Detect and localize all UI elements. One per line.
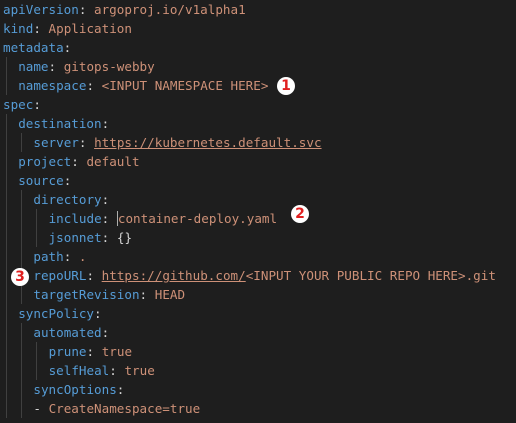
code-line[interactable]: server: https://kubernetes.default.svc [0, 133, 516, 152]
colon: : [101, 325, 110, 340]
annotation-badge-3: 3 [11, 268, 29, 286]
code-line[interactable]: include: container-deploy.yaml [0, 209, 516, 228]
colon: : [109, 363, 117, 378]
yaml-key: jsonnet [48, 230, 102, 245]
annotation-badge-1: 1 [277, 77, 295, 95]
colon: : [63, 249, 72, 264]
code-line[interactable]: apiVersion: argoproj.io/v1alpha1 [0, 0, 516, 19]
colon: : [139, 287, 148, 302]
yaml-value: argoproj.io/v1alpha1 [94, 2, 246, 17]
yaml-code[interactable]: apiVersion: argoproj.io/v1alpha1 kind: Ap… [0, 0, 516, 418]
colon: : [101, 192, 110, 207]
yaml-key: syncPolicy [18, 306, 95, 321]
colon: : [78, 2, 87, 17]
code-line[interactable]: syncPolicy: [0, 304, 516, 323]
code-line[interactable]: spec: [0, 95, 516, 114]
yaml-key: project [18, 154, 72, 169]
colon: : [86, 268, 95, 283]
colon: : [33, 21, 41, 36]
yaml-key: spec [3, 97, 34, 112]
yaml-key: include [48, 211, 102, 226]
code-line[interactable]: kind: Application [0, 19, 516, 38]
code-line[interactable]: project: default [0, 152, 516, 171]
yaml-key: syncOptions [33, 382, 117, 397]
code-line[interactable]: metadata: [0, 38, 516, 57]
code-line[interactable]: jsonnet: {} [0, 228, 516, 247]
yaml-value: default [86, 154, 140, 169]
colon: : [33, 97, 41, 112]
code-line[interactable]: namespace: <INPUT NAMESPACE HERE> [0, 76, 516, 95]
yaml-key: prune [48, 344, 87, 359]
code-editor[interactable]: apiVersion: argoproj.io/v1alpha1 kind: Ap… [0, 0, 516, 423]
yaml-key: targetRevision [33, 287, 140, 302]
yaml-key: kind [3, 21, 34, 36]
code-line[interactable]: directory: [0, 190, 516, 209]
yaml-key: namespace [18, 78, 87, 93]
colon: : [48, 59, 57, 74]
yaml-url-value[interactable]: https://kubernetes.default.svc [94, 135, 321, 150]
yaml-key: repoURL [33, 268, 87, 283]
code-line[interactable]: automated: [0, 323, 516, 342]
colon: : [101, 230, 110, 245]
yaml-value: true [101, 344, 133, 359]
yaml-key: path [33, 249, 64, 264]
code-line[interactable]: name: gitops-webby [0, 57, 516, 76]
code-line[interactable]: targetRevision: HEAD [0, 285, 516, 304]
yaml-value: {} [116, 230, 133, 245]
yaml-key: source [18, 173, 64, 188]
yaml-url-value[interactable]: https://github.com/ [102, 268, 246, 283]
colon: : [63, 173, 72, 188]
yaml-key: apiVersion [3, 2, 79, 17]
yaml-value: gitops-webby [63, 59, 155, 74]
colon: : [71, 154, 79, 169]
colon: : [116, 382, 125, 397]
yaml-value: true [124, 363, 155, 378]
code-line[interactable]: prune: true [0, 342, 516, 361]
code-line[interactable]: source: [0, 171, 516, 190]
yaml-value-suffix: <INPUT YOUR PUBLIC REPO HERE>.git [245, 268, 496, 283]
colon: : [101, 116, 110, 131]
yaml-key: destination [18, 116, 102, 131]
yaml-key: metadata [3, 40, 64, 55]
yaml-value: CreateNamespace=true [48, 401, 201, 416]
code-line[interactable]: selfHeal: true [0, 361, 516, 380]
yaml-value: HEAD [154, 287, 186, 302]
colon: : [86, 344, 95, 359]
yaml-key: directory [33, 192, 102, 207]
code-line[interactable]: repoURL: https://github.com/<INPUT YOUR … [0, 266, 516, 285]
yaml-key: name [18, 59, 49, 74]
annotation-badge-2: 2 [291, 205, 309, 223]
colon: : [63, 40, 72, 55]
colon: : [94, 306, 102, 321]
yaml-value: <INPUT NAMESPACE HERE> [101, 78, 269, 93]
colon: : [86, 78, 95, 93]
code-line[interactable]: syncOptions: [0, 380, 516, 399]
code-line[interactable]: - CreateNamespace=true [0, 399, 516, 418]
yaml-key: selfHeal [48, 363, 110, 378]
yaml-key: server [33, 135, 79, 150]
yaml-value: Application [48, 21, 132, 36]
code-line[interactable]: destination: [0, 114, 516, 133]
yaml-value: container-deploy.yaml [117, 211, 278, 226]
yaml-value: . [78, 249, 87, 264]
colon: : [78, 135, 87, 150]
code-line[interactable]: path: . [0, 247, 516, 266]
colon: : [101, 211, 110, 226]
list-dash: - [33, 401, 49, 416]
yaml-key: automated [33, 325, 102, 340]
